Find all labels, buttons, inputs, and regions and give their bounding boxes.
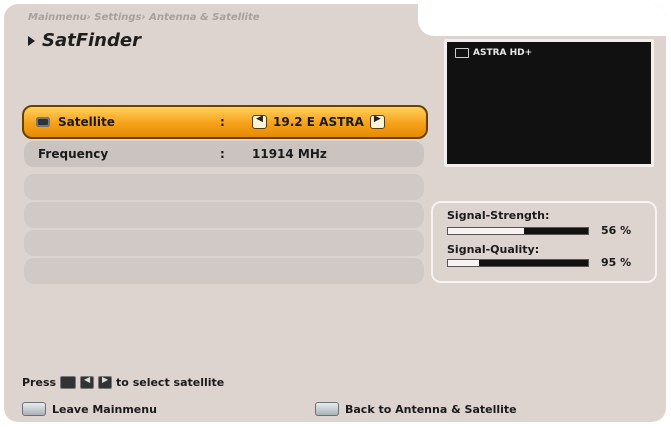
- frequency-label: Frequency: [38, 147, 109, 161]
- signal-strength-bar: [447, 227, 589, 235]
- left-key-icon: ◀: [80, 375, 95, 389]
- signal-panel: Signal-Strength: 56 % Signal-Quality: 95…: [431, 201, 657, 283]
- preview-label: ASTRA HD+: [455, 48, 532, 58]
- satellite-next-button[interactable]: ▶: [369, 114, 385, 129]
- disabled-row: [24, 202, 424, 228]
- arrow-left-icon: ◀: [256, 114, 263, 124]
- breadcrumb: Mainmenu› Settings› Antenna & Satellite: [28, 12, 260, 23]
- back-button[interactable]: Back to Antenna & Satellite: [315, 402, 517, 416]
- page-title: SatFinder: [42, 30, 141, 51]
- title-arrow-icon: [28, 35, 35, 46]
- disabled-row: [24, 258, 424, 284]
- arrow-right-icon: ▶: [373, 114, 381, 124]
- hint-suffix-text: to select satellite: [116, 376, 225, 389]
- corner-notch: [418, 4, 666, 36]
- signal-strength-fill: [523, 228, 588, 234]
- satellite-value-group: ◀ 19.2 E ASTRA ▶: [252, 114, 385, 129]
- leave-mainmenu-button[interactable]: Leave Mainmenu: [22, 402, 157, 416]
- signal-quality-bar: [447, 259, 589, 267]
- signal-quality-label: Signal-Quality:: [447, 243, 540, 256]
- satellite-label: Satellite: [58, 115, 115, 129]
- preview-channel-name: ASTRA HD+: [473, 48, 533, 58]
- satellite-row[interactable]: Satellite : ◀ 19.2 E ASTRA ▶: [22, 105, 428, 139]
- signal-strength-percent: 56 %: [601, 224, 632, 237]
- frequency-row[interactable]: Frequency : 11914 MHz: [24, 141, 424, 167]
- satellite-separator: :: [220, 115, 225, 129]
- right-key-icon: ▶: [98, 375, 113, 389]
- signal-strength-label: Signal-Strength:: [447, 209, 550, 222]
- arrow-left-icon: ◀: [83, 375, 91, 384]
- back-key-icon: [315, 402, 339, 416]
- signal-quality-fill: [478, 260, 588, 266]
- leave-mainmenu-label: Leave Mainmenu: [52, 402, 157, 416]
- signal-quality-percent: 95 %: [601, 256, 632, 269]
- disabled-row: [24, 230, 424, 256]
- disabled-row: [24, 174, 424, 200]
- satellite-prev-button[interactable]: ◀: [252, 114, 267, 129]
- satellite-value: 19.2 E ASTRA: [273, 115, 364, 129]
- ok-key-icon: [36, 117, 50, 127]
- ok-key-icon: [60, 376, 77, 389]
- back-label: Back to Antenna & Satellite: [345, 402, 517, 416]
- osd-screen: Mainmenu› Settings› Antenna & Satellite …: [4, 4, 666, 422]
- channel-preview: ASTRA HD+: [444, 39, 654, 167]
- help-hint: Press ◀ ▶ to select satellite: [22, 375, 225, 389]
- page-title-row: SatFinder: [28, 30, 141, 51]
- menu-key-icon: [22, 402, 46, 416]
- arrow-right-icon: ▶: [101, 375, 109, 384]
- frequency-separator: :: [220, 147, 225, 161]
- frequency-value: 11914 MHz: [252, 147, 327, 161]
- tv-icon: [455, 48, 469, 58]
- hint-press-text: Press: [22, 376, 57, 389]
